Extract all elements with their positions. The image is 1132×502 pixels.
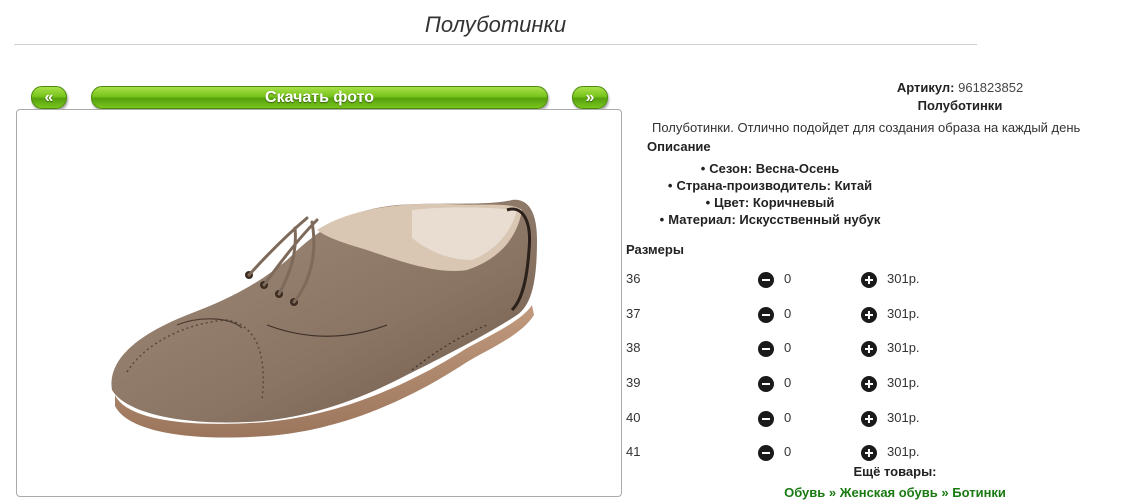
minus-circle-icon[interactable] [758,272,774,288]
breadcrumb-separator: » [941,485,949,500]
price-value: 301р. [887,340,920,355]
minus-circle-icon[interactable] [758,411,774,427]
minus-circle-icon[interactable] [758,376,774,392]
size-value: 41 [626,444,641,459]
breadcrumb-link-womens-shoes[interactable]: Женская обувь [840,485,938,500]
attribute-list: • Сезон: Весна-Осень • Страна-производител… [630,160,910,228]
size-row: 38 0 301р. [626,340,1026,360]
breadcrumb-link-shoes[interactable]: Обувь [784,485,825,500]
breadcrumb-link-boots[interactable]: Ботинки [952,485,1006,500]
plus-circle-icon[interactable] [861,445,877,461]
minus-circle-icon[interactable] [758,307,774,323]
quantity-value: 0 [784,271,792,286]
quantity-value: 0 [784,444,792,459]
shoe-image [111,199,538,438]
quantity-value: 0 [784,375,792,390]
quantity-value: 0 [784,410,792,425]
breadcrumb-separator: » [828,485,837,500]
page-title: Полуботинки [14,12,977,45]
plus-circle-icon[interactable] [861,307,877,323]
product-name: Полуботинки [917,98,1003,113]
article-value: 961823852 [958,80,1024,95]
minus-circle-icon[interactable] [758,445,774,461]
attribute-item: • Материал: Искусственный нубук [659,212,881,227]
attribute-item: • Сезон: Весна-Осень [700,161,840,176]
quantity-value: 0 [784,340,792,355]
size-row: 41 0 301р. [626,444,1026,464]
plus-circle-icon[interactable] [861,272,877,288]
product-photo [16,109,622,497]
plus-circle-icon[interactable] [861,411,877,427]
next-photo-button[interactable]: » [572,86,608,109]
more-products-heading: Ещё товары: [853,464,937,479]
sizes-heading: Размеры [626,242,684,257]
price-value: 301р. [887,271,920,286]
size-value: 37 [626,306,641,321]
price-value: 301р. [887,410,920,425]
price-value: 301р. [887,375,920,390]
minus-circle-icon[interactable] [758,341,774,357]
size-row: 39 0 301р. [626,375,1026,395]
download-photo-button[interactable]: Скачать фото [91,86,548,109]
price-value: 301р. [887,444,920,459]
size-value: 40 [626,410,641,425]
quantity-value: 0 [784,306,792,321]
size-row: 37 0 301р. [626,306,1026,326]
attribute-item: • Страна-производитель: Китай [667,178,873,193]
product-description: Полуботинки. Отлично подойдет для создан… [652,120,1081,135]
attribute-item: • Цвет: Коричневый [705,195,835,210]
size-value: 39 [626,375,641,390]
article-label: Артикул: [896,80,955,95]
size-value: 38 [626,340,641,355]
size-row: 36 0 301р. [626,271,1026,291]
size-row: 40 0 301р. [626,410,1026,430]
description-heading: Описание [647,139,711,154]
plus-circle-icon[interactable] [861,341,877,357]
prev-photo-button[interactable]: « [31,86,67,109]
plus-circle-icon[interactable] [861,376,877,392]
article-line: Артикул: 961823852 [760,80,1132,96]
breadcrumb: Обувь » Женская обувь » Ботинки [760,485,1030,500]
size-value: 36 [626,271,641,286]
price-value: 301р. [887,306,920,321]
